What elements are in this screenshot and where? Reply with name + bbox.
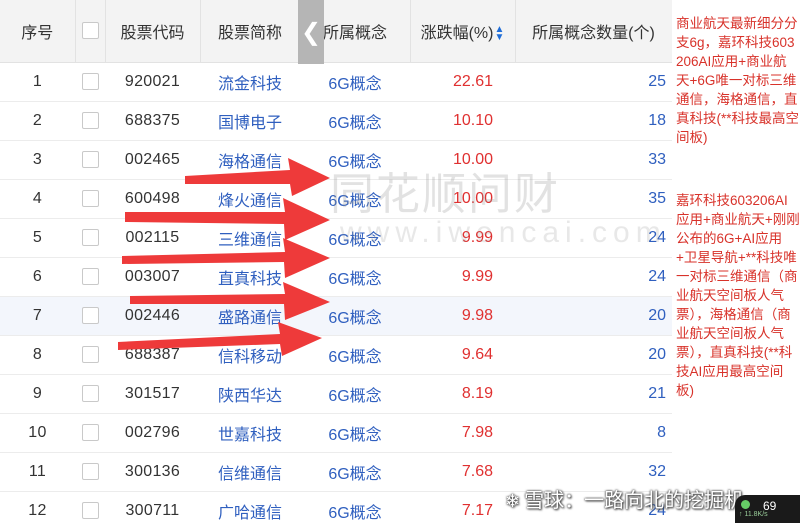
- annotation-note-2: 嘉环科技603206AI应用+商业航天+刚刚公布的6G+AI应用+卫星导航+**…: [676, 193, 800, 398]
- red-arrow-icon: [185, 158, 330, 196]
- speed-sub: ↑ 11.8K/s: [739, 511, 768, 518]
- footer-watermark-text: 雪球：一路向北的挖掘机: [524, 490, 745, 512]
- speed-indicator-icon: [741, 500, 750, 509]
- red-arrow-icon: [118, 322, 322, 356]
- red-arrow-icon: [130, 282, 330, 320]
- red-arrow-icon: [125, 198, 330, 240]
- annotation-note-1: 商业航天最新细分分支6g，嘉环科技603206AI应用+商业航天+6G唯一对标三…: [676, 16, 800, 145]
- network-speed-widget: 69 ↑ 11.8K/s: [735, 495, 800, 523]
- red-arrow-icon: [122, 238, 330, 278]
- snowball-logo-icon: ❄: [505, 491, 521, 511]
- footer-watermark: ❄ 雪球：一路向北的挖掘机: [505, 484, 744, 513]
